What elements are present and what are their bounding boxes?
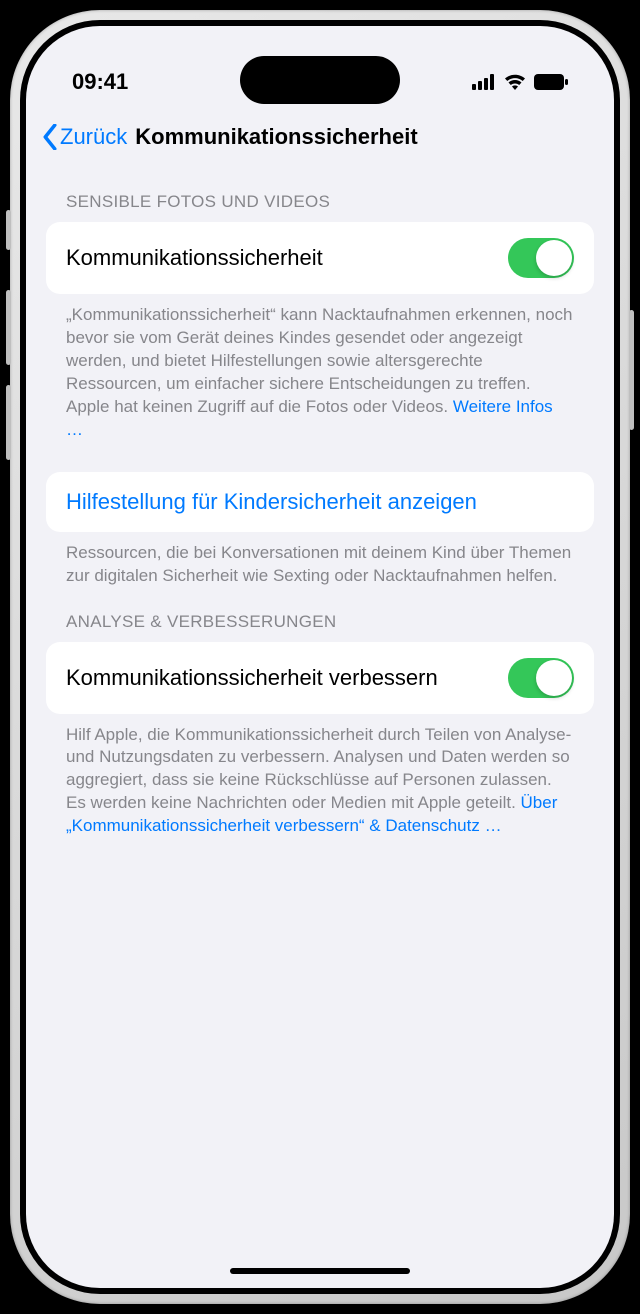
wifi-icon (504, 74, 526, 90)
improve-safety-toggle[interactable] (508, 658, 574, 698)
communication-safety-label: Kommunikationssicherheit (66, 244, 508, 272)
footer-text-2: Ressourcen, die bei Konversationen mit d… (66, 543, 571, 585)
nav-bar: Zurück Kommunikationssicherheit (26, 110, 614, 168)
cellular-icon (472, 74, 496, 90)
dynamic-island (240, 56, 400, 104)
section-header-analytics: ANALYSE & VERBESSERUNGEN (46, 588, 594, 642)
screen: 09:41 Zurück (26, 26, 614, 1288)
section-footer-sensitive: „Kommunikationssicherheit“ kann Nacktauf… (46, 294, 594, 442)
communication-safety-row: Kommunikationssicherheit (46, 222, 594, 294)
page-title: Kommunikationssicherheit (135, 124, 417, 150)
battery-icon (534, 74, 568, 90)
chevron-left-icon (42, 124, 58, 150)
section-footer-analytics: Hilf Apple, die Kommunikationssicherheit… (46, 714, 594, 839)
content: SENSIBLE FOTOS UND VIDEOS Kommunikations… (26, 168, 614, 838)
section-footer-help: Ressourcen, die bei Konversationen mit d… (46, 532, 594, 588)
improve-safety-row: Kommunikationssicherheit verbessern (46, 642, 594, 714)
side-button-volume-up (6, 290, 11, 365)
side-button-volume-down (6, 385, 11, 460)
section-header-sensitive: SENSIBLE FOTOS UND VIDEOS (46, 168, 594, 222)
side-button-power (629, 310, 634, 430)
footer-text-3: Hilf Apple, die Kommunikationssicherheit… (66, 725, 571, 813)
home-indicator[interactable] (230, 1268, 410, 1274)
side-button-silent (6, 210, 11, 250)
back-button[interactable]: Zurück (42, 124, 127, 150)
back-label: Zurück (60, 124, 127, 150)
child-safety-help-row[interactable]: Hilfestellung für Kindersicherheit anzei… (46, 472, 594, 532)
phone-frame: 09:41 Zurück (10, 10, 630, 1304)
child-safety-help-label: Hilfestellung für Kindersicherheit anzei… (66, 489, 477, 515)
status-time: 09:41 (72, 69, 128, 95)
improve-safety-label: Kommunikationssicherheit verbessern (66, 664, 508, 692)
communication-safety-toggle[interactable] (508, 238, 574, 278)
